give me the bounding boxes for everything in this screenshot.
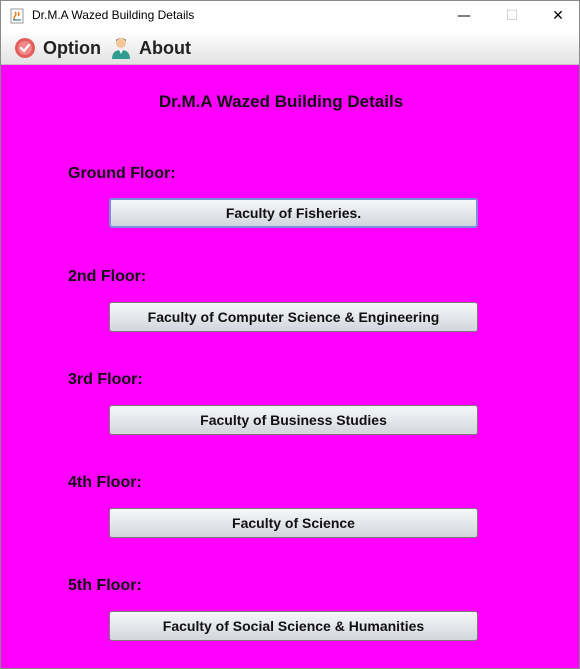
title-bar[interactable]: Dr.M.A Wazed Building Details — ☐ ✕ — [1, 1, 579, 31]
menu-about-label: About — [139, 37, 191, 58]
menu-bar: Option About — [1, 31, 579, 65]
faculty-cse-button[interactable]: Faculty of Computer Science & Engineerin… — [109, 302, 478, 332]
minimize-button[interactable]: — — [441, 1, 487, 31]
faculty-fisheries-button[interactable]: Faculty of Fisheries. — [109, 198, 478, 228]
menu-option-label: Option — [43, 37, 101, 58]
menu-about[interactable]: About — [109, 34, 191, 62]
menu-option[interactable]: Option — [13, 34, 101, 62]
floor-label-3rd: 3rd Floor: — [68, 371, 143, 388]
maximize-button[interactable]: ☐ — [489, 1, 535, 31]
faculty-science-button[interactable]: Faculty of Science — [109, 508, 478, 538]
window-title: Dr.M.A Wazed Building Details — [32, 8, 195, 22]
check-circle-icon — [15, 38, 35, 58]
faculty-social-science-button[interactable]: Faculty of Social Science & Humanities — [109, 611, 478, 641]
person-icon — [112, 38, 130, 59]
faculty-business-button[interactable]: Faculty of Business Studies — [109, 405, 478, 435]
page-title: Dr.M.A Wazed Building Details — [158, 92, 404, 111]
floor-label-2nd: 2nd Floor: — [68, 268, 147, 285]
close-button[interactable]: ✕ — [535, 1, 580, 31]
app-window: Dr.M.A Wazed Building Details — ☐ ✕ Opti… — [0, 0, 580, 669]
java-app-icon — [10, 8, 24, 24]
floor-label-4th: 4th Floor: — [68, 474, 142, 491]
floor-label-ground: Ground Floor: — [68, 165, 176, 182]
floor-label-5th: 5th Floor: — [68, 577, 142, 594]
main-panel: Dr.M.A Wazed Building Details Ground Flo… — [1, 65, 579, 668]
